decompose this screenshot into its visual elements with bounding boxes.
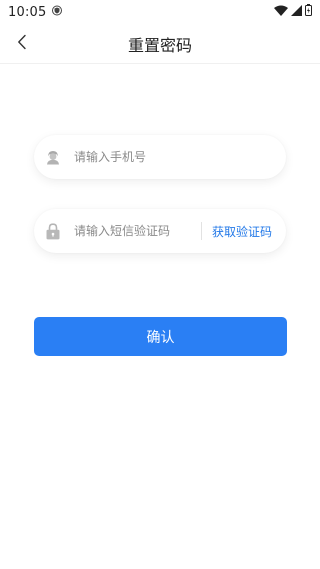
phone-input[interactable] [74, 150, 272, 164]
status-bar: 10:05 [0, 0, 320, 24]
shield-icon [52, 5, 63, 20]
user-icon [44, 148, 62, 166]
confirm-button[interactable]: 确认 [34, 317, 287, 356]
lock-icon [44, 222, 62, 240]
code-field: 获取验证码 [34, 209, 286, 253]
nav-bar: 重置密码 [0, 24, 320, 64]
field-divider [200, 222, 202, 240]
phone-field [34, 135, 286, 179]
chevron-left-icon [17, 34, 27, 54]
signal-icon [291, 4, 302, 20]
page-title: 重置密码 [127, 35, 192, 55]
status-left: 10:05 [8, 4, 63, 20]
status-time: 10:05 [8, 4, 47, 20]
battery-icon [305, 4, 312, 20]
wifi-icon [274, 5, 288, 20]
get-code-button[interactable]: 获取验证码 [212, 223, 272, 240]
back-button[interactable] [8, 28, 36, 60]
sms-code-input[interactable] [74, 224, 193, 238]
status-right [274, 4, 312, 20]
